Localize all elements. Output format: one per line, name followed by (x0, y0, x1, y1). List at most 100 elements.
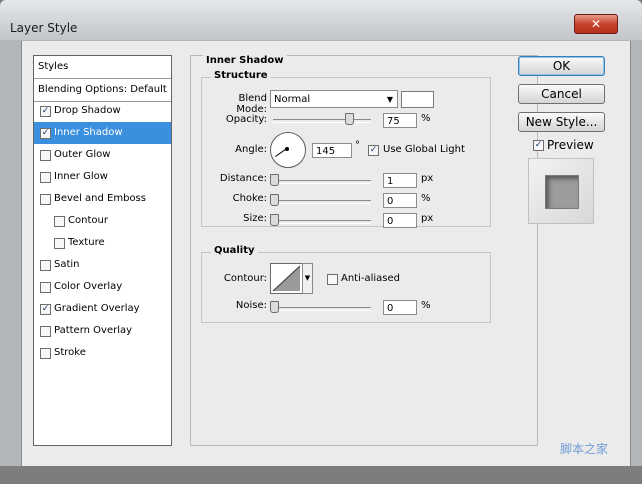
style-item-checkbox[interactable] (54, 238, 65, 249)
style-item-label: Texture (68, 237, 105, 248)
styles-list: Styles Blending Options: Default ✓ Drop S… (33, 55, 172, 446)
style-item-checkbox[interactable] (54, 216, 65, 227)
choke-unit: % (421, 193, 431, 204)
noise-input[interactable]: 0 (383, 300, 417, 315)
choke-slider-track[interactable] (273, 200, 371, 204)
global-light-checkbox[interactable]: ✓ (368, 145, 379, 156)
size-slider-track[interactable] (273, 220, 371, 224)
new-style-button[interactable]: New Style... (518, 112, 605, 132)
style-item-gradient-overlay[interactable]: ✓ Gradient Overlay (34, 298, 171, 320)
noise-slider-track[interactable] (273, 307, 371, 311)
choke-label: Choke: (232, 193, 267, 204)
checkmark-icon: ✓ (41, 106, 50, 116)
style-item-checkbox[interactable]: ✓ (40, 128, 51, 139)
style-item-bevel-and-emboss[interactable]: Bevel and Emboss (34, 188, 171, 210)
style-item-texture[interactable]: Texture (34, 232, 171, 254)
style-item-checkbox[interactable] (40, 326, 51, 337)
opacity-slider-track[interactable] (273, 119, 371, 123)
checkmark-icon: ✓ (41, 128, 50, 138)
style-item-checkbox[interactable] (40, 260, 51, 271)
style-item-label: Satin (54, 259, 80, 270)
noise-slider-thumb[interactable] (270, 301, 279, 313)
style-item-label: Inner Glow (54, 171, 108, 182)
choke-slider-thumb[interactable] (270, 194, 279, 206)
close-button[interactable]: ✕ (574, 14, 618, 34)
blend-mode-select[interactable]: Normal ▼ (270, 90, 398, 108)
blend-mode-value: Normal (274, 94, 311, 105)
style-preview (528, 158, 594, 224)
checkmark-icon: ✓ (41, 304, 50, 314)
cancel-button[interactable]: Cancel (518, 84, 605, 104)
preview-checkbox[interactable]: ✓ (533, 140, 544, 151)
style-item-pattern-overlay[interactable]: Pattern Overlay (34, 320, 171, 342)
distance-unit: px (421, 173, 434, 184)
ok-button[interactable]: OK (518, 56, 605, 76)
preview-label: Preview (547, 138, 594, 152)
styles-header-label: Styles (38, 61, 69, 72)
dialog-client-area: Styles Blending Options: Default ✓ Drop S… (21, 41, 631, 466)
layer-style-window: Layer Style ✕ Styles Blending Options: D… (0, 0, 642, 466)
style-item-label: Stroke (54, 347, 86, 358)
antialiased-checkbox[interactable] (327, 274, 338, 285)
chevron-down-icon: ▼ (304, 274, 311, 282)
noise-label: Noise: (235, 300, 267, 311)
opacity-slider-thumb[interactable] (345, 113, 354, 125)
style-item-inner-shadow[interactable]: ✓ Inner Shadow (34, 122, 171, 144)
style-item-checkbox[interactable] (40, 194, 51, 205)
angle-label: Angle: (235, 144, 267, 155)
shadow-color-swatch[interactable] (401, 91, 434, 108)
size-label: Size: (243, 213, 267, 224)
angle-input[interactable]: 145 (312, 143, 352, 158)
distance-slider-track[interactable] (273, 180, 371, 184)
size-input[interactable]: 0 (383, 213, 417, 228)
blending-options-item[interactable]: Blending Options: Default (34, 79, 171, 102)
contour-label: Contour: (223, 273, 267, 284)
style-item-satin[interactable]: Satin (34, 254, 171, 276)
style-item-stroke[interactable]: Stroke (34, 342, 171, 364)
quality-title: Quality (211, 245, 258, 256)
style-item-drop-shadow[interactable]: ✓ Drop Shadow (34, 100, 171, 122)
blending-options-label: Blending Options: Default (38, 84, 167, 95)
opacity-unit: % (421, 113, 431, 124)
size-unit: px (421, 213, 434, 224)
contour-picker[interactable] (270, 263, 303, 294)
title-bar[interactable]: Layer Style ✕ (0, 0, 642, 40)
style-item-checkbox[interactable] (40, 150, 51, 161)
style-item-label: Drop Shadow (54, 105, 121, 116)
style-item-checkbox[interactable] (40, 172, 51, 183)
quality-group (201, 252, 491, 323)
opacity-input[interactable]: 75 (383, 113, 417, 128)
choke-input[interactable]: 0 (383, 193, 417, 208)
distance-label: Distance: (219, 173, 267, 184)
style-item-contour[interactable]: Contour (34, 210, 171, 232)
contour-dropdown[interactable]: ▼ (302, 263, 313, 294)
style-item-label: Color Overlay (54, 281, 123, 292)
style-item-checkbox[interactable] (40, 282, 51, 293)
style-item-label: Inner Shadow (54, 127, 123, 138)
antialiased-label: Anti-aliased (341, 273, 401, 284)
size-slider-thumb[interactable] (270, 214, 279, 226)
style-item-label: Contour (68, 215, 108, 226)
style-item-outer-glow[interactable]: Outer Glow (34, 144, 171, 166)
styles-header[interactable]: Styles (34, 56, 171, 79)
noise-unit: % (421, 300, 431, 311)
style-item-color-overlay[interactable]: Color Overlay (34, 276, 171, 298)
structure-title: Structure (211, 70, 271, 81)
distance-input[interactable]: 1 (383, 173, 417, 188)
opacity-label: Opacity: (225, 114, 267, 125)
style-item-inner-glow[interactable]: Inner Glow (34, 166, 171, 188)
distance-slider-thumb[interactable] (270, 174, 279, 186)
style-item-checkbox[interactable]: ✓ (40, 106, 51, 117)
global-light-label: Use Global Light (383, 144, 465, 155)
angle-unit: ° (355, 140, 360, 151)
style-item-checkbox[interactable]: ✓ (40, 304, 51, 315)
style-item-checkbox[interactable] (40, 348, 51, 359)
taskbar-strip (0, 466, 642, 484)
style-item-label: Gradient Overlay (54, 303, 140, 314)
contour-curve-icon (272, 265, 301, 292)
preview-swatch (545, 175, 579, 209)
angle-dial[interactable] (270, 132, 306, 168)
checkmark-icon: ✓ (534, 140, 543, 150)
angle-dial-center (285, 147, 289, 151)
blend-mode-label: Blend Mode: (236, 93, 267, 115)
